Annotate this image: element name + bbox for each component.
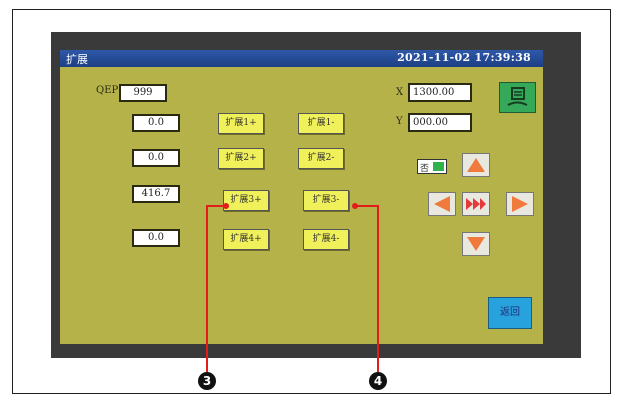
value-field-2[interactable]: 0.0 xyxy=(132,149,180,167)
extend-3-plus-button[interactable]: 扩展3+ xyxy=(223,190,269,211)
extend-2-minus-button[interactable]: 扩展2- xyxy=(298,148,344,169)
qep-field[interactable]: 999 xyxy=(119,84,167,102)
no-toggle[interactable]: 否 xyxy=(417,159,447,174)
datetime-readout: 2021-11-02 17:39:38 xyxy=(397,51,531,64)
extend-2-plus-button[interactable]: 扩展2+ xyxy=(218,148,264,169)
callout-3-badge: 3 xyxy=(198,372,216,390)
extend-1-minus-button[interactable]: 扩展1- xyxy=(298,113,344,134)
return-button[interactable]: 返回 xyxy=(488,297,532,329)
arrow-up-button[interactable] xyxy=(462,153,490,177)
status-led xyxy=(433,162,444,171)
callout-4-leader xyxy=(377,205,379,372)
value-field-1[interactable]: 0.0 xyxy=(132,114,180,132)
x-coordinate-field[interactable]: 1300.00 xyxy=(408,83,472,102)
fast-forward-button[interactable] xyxy=(462,192,490,216)
extend-3-minus-button[interactable]: 扩展3- xyxy=(303,190,349,211)
arrow-down-button[interactable] xyxy=(462,232,490,256)
triangle-up-icon xyxy=(467,158,485,172)
arrow-left-button[interactable] xyxy=(428,192,456,216)
extend-4-plus-button[interactable]: 扩展4+ xyxy=(223,229,269,250)
toggle-label: 否 xyxy=(420,164,430,174)
triangle-right-icon xyxy=(512,196,528,212)
arrow-right-button[interactable] xyxy=(506,192,534,216)
touch-screen: 扩展 2021-11-02 17:39:38 QEP 999 0.0 0.0 4… xyxy=(60,50,543,344)
title-bar: 扩展 2021-11-02 17:39:38 xyxy=(60,50,543,67)
presser-foot-icon xyxy=(507,87,528,106)
callout-3-dot xyxy=(223,203,229,209)
callout-3-leader xyxy=(206,205,208,372)
qep-label: QEP xyxy=(96,85,119,96)
triangle-left-icon xyxy=(434,196,450,212)
callout-4-dot xyxy=(352,203,358,209)
extend-1-plus-button[interactable]: 扩展1+ xyxy=(218,113,264,134)
value-field-3[interactable]: 416.7 xyxy=(132,185,180,203)
value-field-4[interactable]: 0.0 xyxy=(132,229,180,247)
extend-4-minus-button[interactable]: 扩展4- xyxy=(303,229,349,250)
y-coordinate-field[interactable]: 000.00 xyxy=(408,113,472,132)
window-title: 扩展 xyxy=(66,53,88,66)
triangle-down-icon xyxy=(467,237,485,251)
y-label: Y xyxy=(396,116,403,127)
callout-4-badge: 4 xyxy=(369,372,387,390)
x-label: X xyxy=(396,87,404,98)
presser-foot-button[interactable] xyxy=(499,82,536,113)
fast-forward-icon xyxy=(466,198,486,210)
